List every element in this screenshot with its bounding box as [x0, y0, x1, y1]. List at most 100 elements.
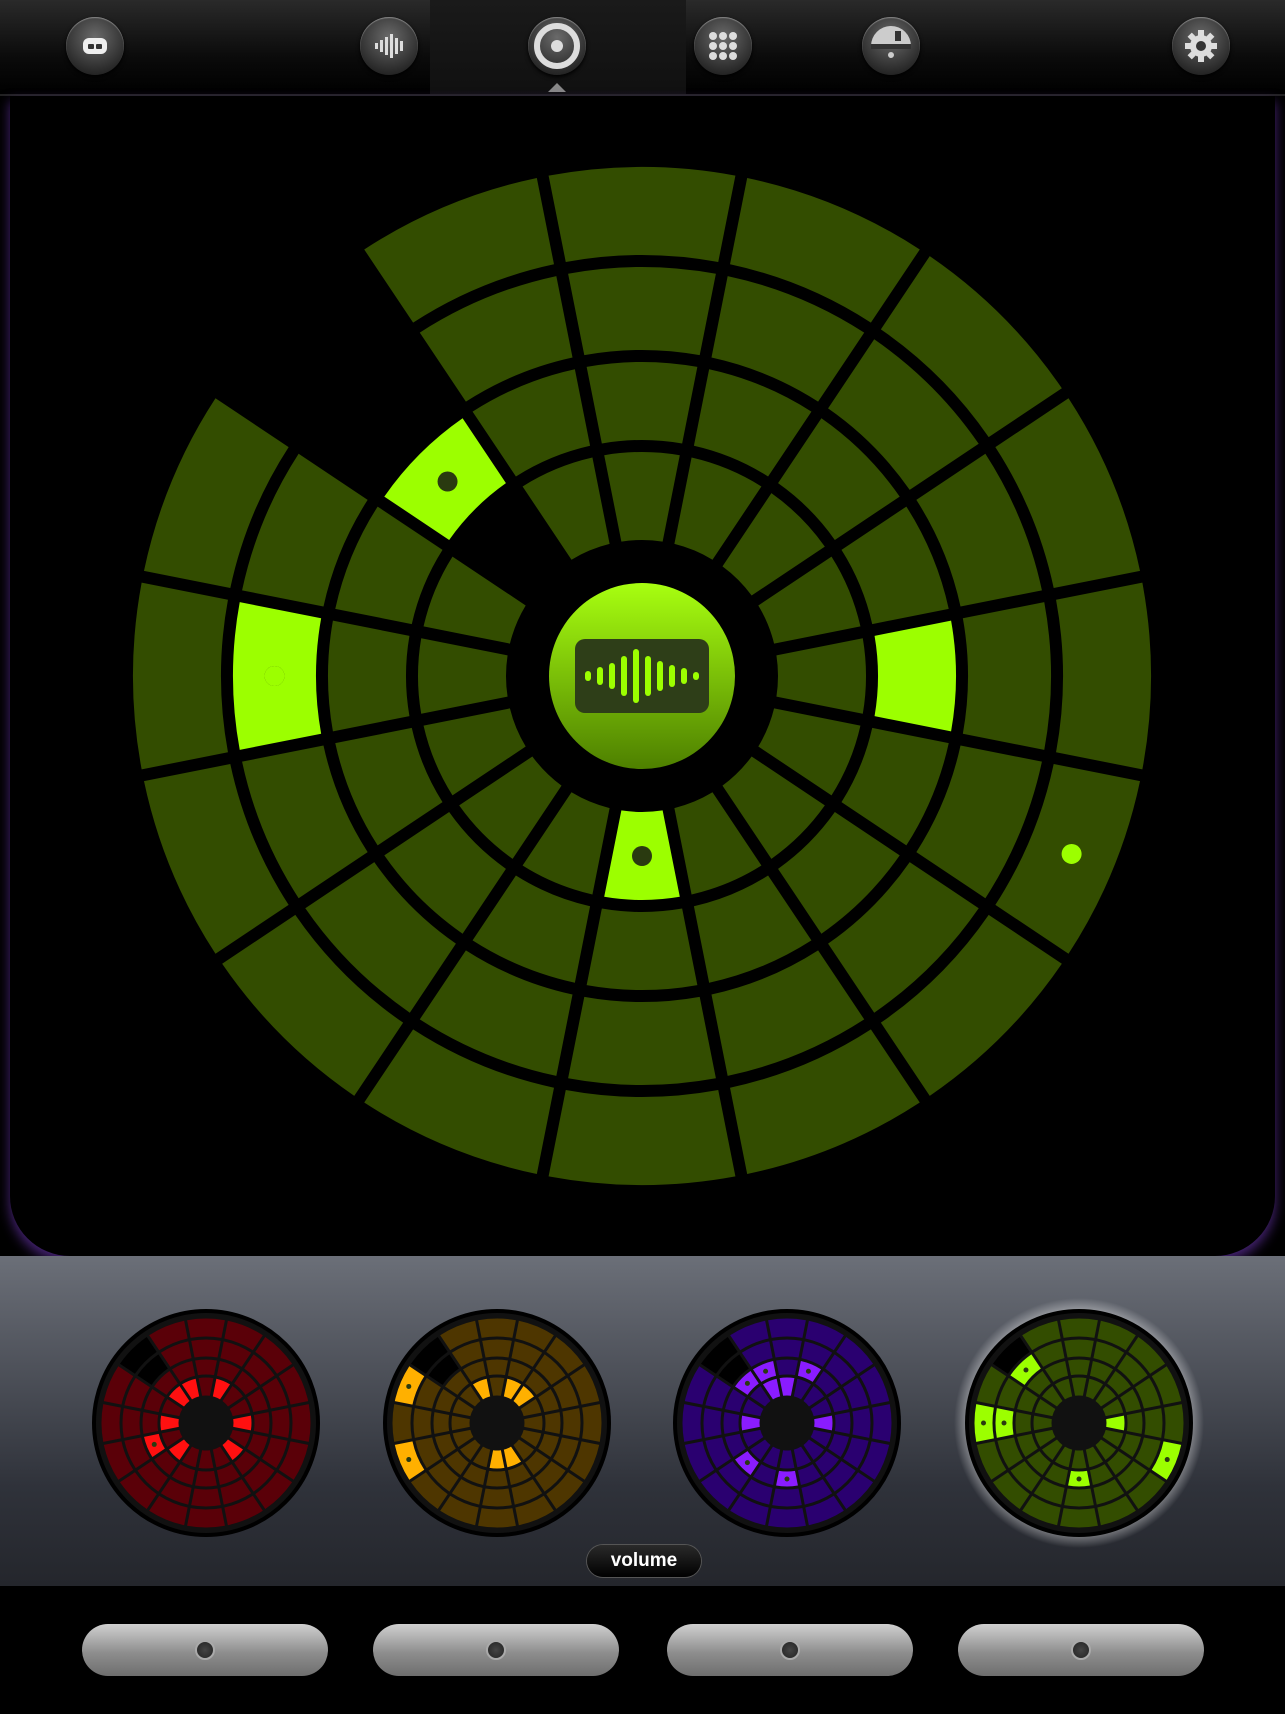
note-dot: [406, 1457, 412, 1463]
loop-cell[interactable]: [191, 1488, 221, 1507]
waveform-bar: [621, 656, 627, 696]
note-dot: [744, 1380, 750, 1386]
waveform-bar: [681, 668, 687, 684]
loop-cell[interactable]: [413, 1408, 432, 1438]
tab-loop[interactable]: [528, 17, 586, 75]
loop-cell[interactable]: [1064, 1339, 1094, 1358]
loop-cell[interactable]: [962, 602, 1051, 750]
loop-cell[interactable]: [772, 1488, 802, 1507]
note-dot: [805, 1368, 811, 1374]
loop-cell[interactable]: [768, 1318, 806, 1338]
note-dot: [151, 1441, 157, 1447]
tab-mixer[interactable]: [862, 17, 920, 75]
loop-cell[interactable]: [482, 1339, 512, 1358]
loop-cell[interactable]: [486, 1359, 508, 1376]
button-dot-icon: [486, 1640, 506, 1660]
note-dot: [1164, 1457, 1170, 1463]
loop-cell[interactable]: [544, 1412, 561, 1434]
selected-indicator-arrow: [548, 83, 566, 92]
loop-cell[interactable]: [187, 1318, 225, 1338]
tab-grid[interactable]: [694, 17, 752, 75]
loop-cell[interactable]: [852, 1408, 871, 1438]
loop-cell[interactable]: [723, 1412, 740, 1434]
waveform-bar: [597, 667, 603, 685]
loop-cell[interactable]: [1064, 1488, 1094, 1507]
loop-cell[interactable]: [195, 1359, 217, 1376]
loop-cell[interactable]: [392, 1404, 412, 1442]
loop-cell[interactable]: [191, 1339, 221, 1358]
loop-cell[interactable]: [291, 1404, 311, 1442]
loop-cell-active[interactable]: [874, 620, 956, 732]
loop-cell[interactable]: [1060, 1508, 1098, 1528]
loop-cell[interactable]: [703, 1408, 722, 1438]
bottom-button-3[interactable]: [667, 1624, 913, 1676]
loop-cell[interactable]: [562, 1408, 581, 1438]
loop-cell[interactable]: [682, 1404, 702, 1442]
loop-cell[interactable]: [122, 1408, 141, 1438]
waveform-bar: [633, 649, 639, 703]
note-dot: [437, 471, 458, 492]
loop-cell[interactable]: [1060, 1318, 1098, 1338]
loop-cell[interactable]: [1126, 1412, 1143, 1434]
note-dot: [1023, 1367, 1029, 1373]
gear-icon: [1185, 30, 1217, 62]
loop-cell[interactable]: [482, 1488, 512, 1507]
waveform-bar: [585, 671, 591, 681]
loop-cell[interactable]: [253, 1412, 270, 1434]
loop-cell[interactable]: [1056, 582, 1152, 770]
loop-cell[interactable]: [768, 1508, 806, 1528]
loop-cell[interactable]: [776, 1359, 798, 1376]
loop-cell[interactable]: [133, 582, 228, 770]
loop-thumb-red[interactable]: [81, 1298, 331, 1548]
note-dot: [1061, 843, 1082, 864]
loop-cell[interactable]: [101, 1404, 121, 1442]
waveform-icon: [575, 639, 709, 713]
loop-cell[interactable]: [568, 267, 716, 356]
note-dot: [981, 1420, 986, 1426]
loop-cell[interactable]: [586, 362, 698, 444]
loop-circle-main[interactable]: [10, 96, 1275, 1256]
loop-cell[interactable]: [772, 1339, 802, 1358]
waveform-bar: [669, 665, 675, 687]
loop-cell[interactable]: [1015, 1412, 1032, 1434]
note-dot: [406, 1383, 412, 1389]
waveform-bar: [657, 661, 663, 691]
note-dot: [264, 666, 285, 686]
loop-cell[interactable]: [548, 1090, 736, 1186]
loop-cell[interactable]: [548, 167, 736, 262]
app-logo-button[interactable]: [66, 17, 124, 75]
loop-cell[interactable]: [433, 1412, 450, 1434]
loop-cell[interactable]: [568, 996, 716, 1085]
loop-cell[interactable]: [1144, 1408, 1163, 1438]
loop-thumb-orange[interactable]: [372, 1298, 622, 1548]
loop-cell[interactable]: [195, 1470, 217, 1487]
loop-cell[interactable]: [187, 1508, 225, 1528]
button-dot-icon: [780, 1640, 800, 1660]
loop-cell[interactable]: [478, 1318, 516, 1338]
loop-cell[interactable]: [582, 1404, 602, 1442]
bottom-button-2[interactable]: [373, 1624, 619, 1676]
settings-button[interactable]: [1172, 17, 1230, 75]
top-toolbar: [0, 0, 1285, 96]
bottom-button-1[interactable]: [82, 1624, 328, 1676]
note-dot: [784, 1476, 790, 1482]
tab-sound[interactable]: [360, 17, 418, 75]
loop-thumb-green[interactable]: [954, 1298, 1204, 1548]
loop-cell[interactable]: [834, 1412, 851, 1434]
loop-cell[interactable]: [586, 908, 698, 990]
waveform-bar: [609, 663, 615, 689]
waveform-bar: [645, 656, 651, 696]
loop-cell[interactable]: [142, 1412, 159, 1434]
loop-cell[interactable]: [1068, 1359, 1090, 1376]
ring-icon: [534, 23, 580, 69]
loop-cell[interactable]: [872, 1404, 892, 1442]
loop-cell[interactable]: [486, 1470, 508, 1487]
loop-thumb-purple[interactable]: [662, 1298, 912, 1548]
loop-cell[interactable]: [327, 620, 410, 732]
loop-cell[interactable]: [478, 1508, 516, 1528]
loop-cell[interactable]: [1164, 1404, 1184, 1442]
bottom-button-4[interactable]: [958, 1624, 1204, 1676]
waveform-icon: [375, 34, 403, 58]
volume-toggle[interactable]: volume: [587, 1545, 701, 1577]
loop-cell[interactable]: [271, 1408, 290, 1438]
